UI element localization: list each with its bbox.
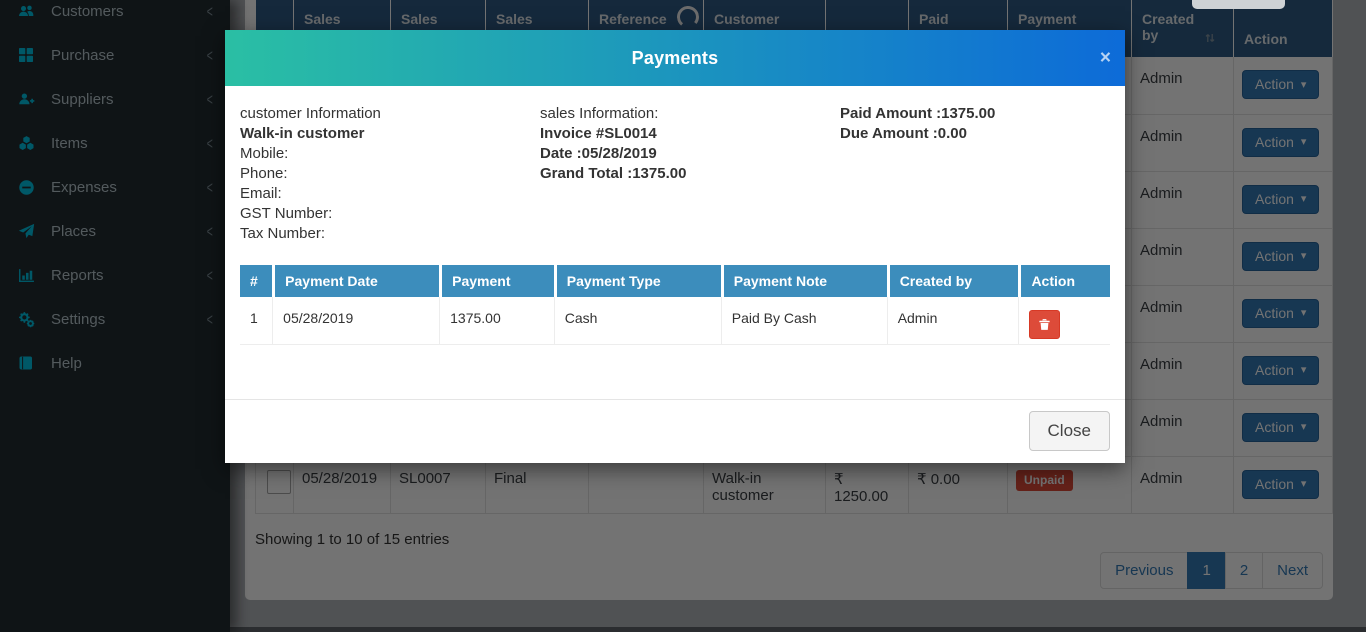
paid-amount: Paid Amount :1375.00 [840,104,1110,124]
gst-number-label: GST Number: [240,204,540,224]
sales-information: sales Information: Invoice #SL0014 Date … [540,104,840,244]
close-button[interactable]: Close [1029,411,1110,451]
payments-column-header: Payment Note [721,265,887,297]
grand-total: Grand Total :1375.00 [540,164,840,184]
invoice-number: Invoice #SL0014 [540,124,840,144]
payments-column-header: Payment Type [554,265,721,297]
modal-title: Payments [632,48,719,69]
sale-date: Date :05/28/2019 [540,144,840,164]
payments-column-header: Payment [439,265,554,297]
delete-payment-button[interactable] [1029,310,1060,339]
payments-table-header-row: #Payment DatePaymentPayment TypePayment … [240,265,1110,297]
customer-info-heading: customer Information [240,104,540,124]
tax-number-label: Tax Number: [240,224,540,244]
modal-footer: Close [225,399,1125,463]
payment-cell-action [1018,297,1110,345]
app-window: SalesSalesSalesReferenceCustomerPaidPaym… [0,0,1366,632]
payment-cell-date: 05/28/2019 [272,297,439,345]
payment-cell-amount: 1375.00 [439,297,554,345]
modal-body: customer Information Walk-in customer Mo… [225,86,1125,399]
payment-cell-type: Cash [554,297,721,345]
payment-row: 105/28/20191375.00CashPaid By CashAdmin [240,297,1110,345]
customer-name: Walk-in customer [240,124,540,144]
payments-column-header: # [240,265,272,297]
payments-column-header: Created by [887,265,1019,297]
payments-column-header: Action [1018,265,1110,297]
close-icon[interactable]: × [1100,49,1111,68]
payment-cell-num: 1 [240,297,272,345]
modal-header: Payments × [225,30,1125,86]
customer-information: customer Information Walk-in customer Mo… [240,104,540,244]
phone-label: Phone: [240,164,540,184]
payment-cell-created-by: Admin [887,297,1019,345]
amounts-information: Paid Amount :1375.00 Due Amount :0.00 [840,104,1110,244]
payments-modal: Payments × customer Information Walk-in … [225,30,1125,463]
search-input[interactable] [1192,0,1285,9]
payments-table: #Payment DatePaymentPayment TypePayment … [240,265,1110,345]
payment-cell-note: Paid By Cash [721,297,887,345]
email-label: Email: [240,184,540,204]
payments-column-header: Payment Date [272,265,439,297]
due-amount: Due Amount :0.00 [840,124,1110,144]
mobile-label: Mobile: [240,144,540,164]
sales-info-heading: sales Information: [540,104,840,124]
